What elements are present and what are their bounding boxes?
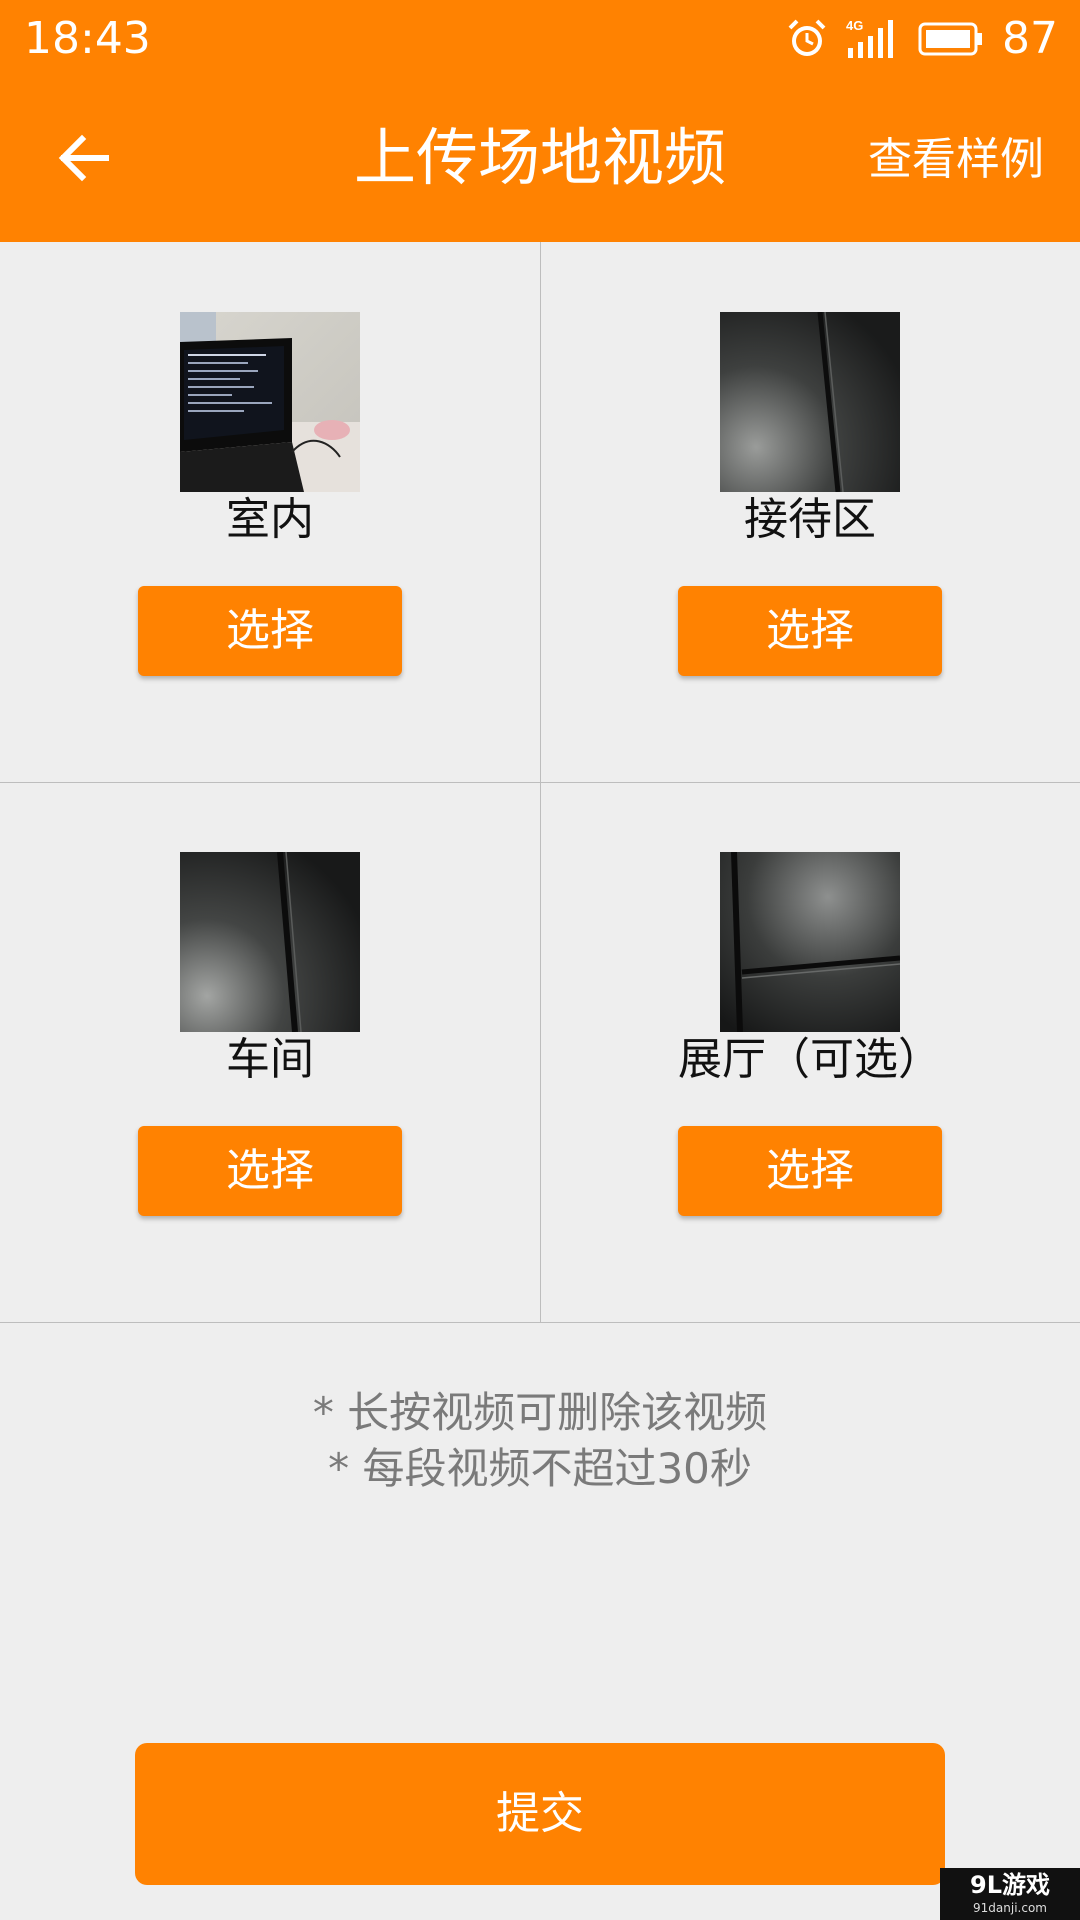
app-header: 18:43 4G 87 上传场地视频 查看样例 — [0, 0, 1080, 242]
slot-label: 室内 — [226, 494, 314, 545]
slot-label: 展厅（可选） — [678, 1034, 942, 1085]
grid-divider-bottom — [0, 1322, 1080, 1323]
workshop-video-thumbnail[interactable] — [180, 852, 360, 1032]
reception-video-thumbnail[interactable] — [720, 312, 900, 492]
watermark-main: 9L游戏 — [970, 1871, 1050, 1899]
slot-label: 接待区 — [744, 494, 876, 545]
video-slot-showroom: 展厅（可选） 选择 — [540, 782, 1080, 1322]
alarm-icon — [788, 19, 826, 56]
signal-icon: 4G — [846, 18, 893, 58]
select-button[interactable]: 选择 — [138, 586, 402, 676]
slot-label: 车间 — [226, 1034, 314, 1085]
video-slot-indoor: 室内 选择 — [0, 242, 540, 782]
indoor-video-thumbnail[interactable] — [180, 312, 360, 492]
video-grid: 室内 选择 接待区 选择 车间 选择 展厅（可选） 选择 — [0, 242, 1080, 1323]
view-sample-link[interactable]: 查看样例 — [868, 130, 1044, 190]
select-button[interactable]: 选择 — [138, 1126, 402, 1216]
note-long-press-delete: * 长按视频可删除该视频 — [312, 1388, 768, 1437]
status-icons: 4G 87 — [786, 10, 1058, 68]
select-button[interactable]: 选择 — [678, 1126, 942, 1216]
reception-thumbnail-image — [720, 312, 900, 492]
workshop-thumbnail-image — [180, 852, 360, 1032]
battery-level: 87 — [1002, 13, 1058, 64]
showroom-thumbnail-image — [720, 852, 900, 1032]
upload-venue-video-screen: 18:43 4G 87 上传场地视频 查看样例 室内 选择 接待区 选择 车间 … — [0, 0, 1080, 1920]
battery-icon — [918, 22, 982, 56]
note-duration-limit: * 每段视频不超过30秒 — [328, 1444, 752, 1493]
select-button[interactable]: 选择 — [678, 586, 942, 676]
video-slot-reception: 接待区 选择 — [540, 242, 1080, 782]
network-type: 4G — [846, 18, 863, 33]
status-time: 18:43 — [24, 13, 151, 64]
video-slot-workshop: 车间 选择 — [0, 782, 540, 1322]
submit-button[interactable]: 提交 — [135, 1743, 945, 1885]
showroom-video-thumbnail[interactable] — [720, 852, 900, 1032]
watermark-sub: 91danji.com — [973, 1901, 1047, 1915]
watermark-logo: 9L游戏 91danji.com — [940, 1868, 1080, 1920]
indoor-thumbnail-image — [180, 312, 360, 492]
upload-notes: * 长按视频可删除该视频 * 每段视频不超过30秒 — [0, 1385, 1080, 1497]
